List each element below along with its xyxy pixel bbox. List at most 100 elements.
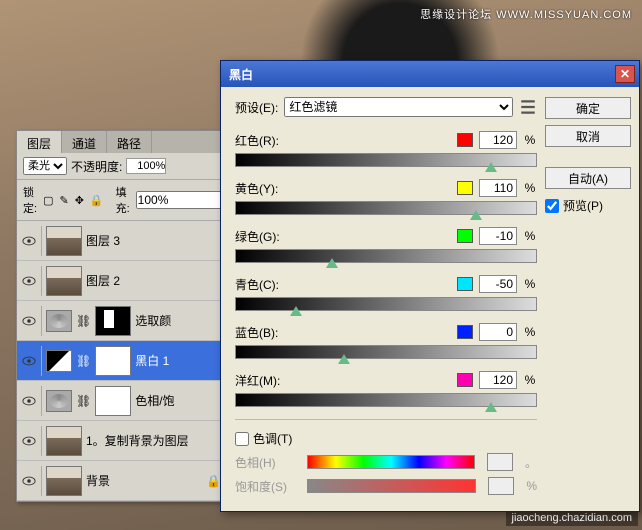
fill-label: 填充: — [116, 184, 130, 216]
layer-name: 1。复制背景为图层 — [86, 432, 221, 449]
link-icon: ⛓ — [76, 354, 91, 368]
percent-label: % — [523, 133, 537, 147]
slider-track[interactable] — [235, 153, 537, 167]
layer-thumb — [46, 266, 82, 296]
slider-handle[interactable] — [485, 402, 497, 412]
link-icon: ⛓ — [76, 394, 91, 408]
sat-unit: % — [526, 479, 537, 493]
close-button[interactable]: ✕ — [615, 65, 635, 83]
adjustment-icon — [46, 350, 72, 372]
blend-opacity-row: 柔光 不透明度: — [17, 153, 225, 180]
slider-track[interactable] — [235, 393, 537, 407]
visibility-eye-icon[interactable] — [21, 473, 37, 489]
color-swatch — [457, 277, 473, 291]
hue-label: 色相(H) — [235, 454, 295, 471]
sat-value-box — [488, 477, 514, 495]
slider-handle[interactable] — [326, 258, 338, 268]
visibility-eye-icon[interactable] — [21, 233, 37, 249]
preset-menu-icon[interactable] — [519, 98, 537, 116]
panel-tabs: 图层 通道 路径 — [17, 131, 225, 153]
hue-swatch — [487, 453, 513, 471]
color-slider-block: 绿色(G):% — [235, 227, 537, 263]
cancel-button[interactable]: 取消 — [545, 125, 631, 147]
slider-label: 蓝色(B): — [235, 324, 295, 341]
layer-row[interactable]: ⛓色相/饱 — [17, 381, 225, 421]
sat-bar — [307, 479, 476, 493]
slider-value-input[interactable] — [479, 179, 517, 197]
layer-row[interactable]: 1。复制背景为图层 — [17, 421, 225, 461]
dialog-titlebar[interactable]: 黑白 ✕ — [221, 61, 639, 87]
lock-icon[interactable]: ▢ — [43, 194, 53, 207]
ok-button[interactable]: 确定 — [545, 97, 631, 119]
slider-value-input[interactable] — [479, 371, 517, 389]
layer-thumb — [46, 426, 82, 456]
slider-label: 青色(C): — [235, 276, 295, 293]
layers-panel: 图层 通道 路径 柔光 不透明度: 锁定: ▢ ✎ ✥ 🔒 填充: 图层 3 图层… — [16, 130, 226, 502]
color-swatch — [457, 229, 473, 243]
slider-handle[interactable] — [290, 306, 302, 316]
slider-track[interactable] — [235, 297, 537, 311]
lock-fill-row: 锁定: ▢ ✎ ✥ 🔒 填充: — [17, 180, 225, 221]
adjustment-icon — [46, 310, 72, 332]
slider-track[interactable] — [235, 345, 537, 359]
layer-row[interactable]: 背景🔒 — [17, 461, 225, 501]
color-slider-block: 黄色(Y):% — [235, 179, 537, 215]
slider-track[interactable] — [235, 249, 537, 263]
slider-label: 红色(R): — [235, 132, 295, 149]
mask-thumb — [95, 386, 131, 416]
blend-mode-select[interactable]: 柔光 — [23, 157, 67, 175]
layer-row[interactable]: 图层 3 — [17, 221, 225, 261]
tab-channels[interactable]: 通道 — [62, 131, 107, 153]
percent-label: % — [523, 373, 537, 387]
lock-icon[interactable]: ✎ — [59, 194, 68, 207]
color-slider-block: 蓝色(B):% — [235, 323, 537, 359]
visibility-eye-icon[interactable] — [21, 273, 37, 289]
preview-checkbox[interactable] — [545, 199, 559, 213]
slider-track[interactable] — [235, 201, 537, 215]
slider-handle[interactable] — [338, 354, 350, 364]
dialog-title: 黑白 — [229, 66, 615, 83]
mask-thumb — [95, 306, 131, 336]
percent-label: % — [523, 325, 537, 339]
hue-bar — [307, 455, 475, 469]
layer-list: 图层 3 图层 2 ⛓选取颜 ⛓ 黑白 1 ⛓色相/饱 1。复制背景为图层背景🔒 — [17, 221, 225, 501]
lock-label: 锁定: — [23, 184, 37, 216]
layer-name: 背景 — [86, 472, 202, 489]
visibility-eye-icon[interactable] — [21, 353, 37, 369]
blackwhite-dialog: 黑白 ✕ 预设(E): 红色滤镜 红色(R):%黄色(Y):%绿色(G):%青色… — [220, 60, 640, 512]
auto-button[interactable]: 自动(A) — [545, 167, 631, 189]
lock-icon[interactable]: 🔒 — [90, 194, 104, 207]
tab-layers[interactable]: 图层 — [17, 131, 62, 153]
layer-row[interactable]: 图层 2 — [17, 261, 225, 301]
layer-row[interactable]: ⛓ 黑白 1 — [17, 341, 225, 381]
percent-label: % — [523, 229, 537, 243]
layer-name: 黑白 1 — [135, 352, 221, 369]
opacity-label: 不透明度: — [71, 158, 122, 175]
slider-label: 绿色(G): — [235, 228, 295, 245]
preview-label: 预览(P) — [563, 197, 603, 214]
color-swatch — [457, 325, 473, 339]
color-swatch — [457, 133, 473, 147]
tab-paths[interactable]: 路径 — [107, 131, 152, 153]
slider-value-input[interactable] — [479, 227, 517, 245]
slider-label: 洋红(M): — [235, 372, 295, 389]
percent-label: % — [523, 277, 537, 291]
hue-unit: 。 — [525, 454, 537, 471]
layer-name: 图层 2 — [86, 272, 221, 289]
slider-value-input[interactable] — [479, 323, 517, 341]
visibility-eye-icon[interactable] — [21, 393, 37, 409]
lock-icon[interactable]: ✥ — [75, 194, 84, 207]
visibility-eye-icon[interactable] — [21, 313, 37, 329]
slider-value-input[interactable] — [479, 131, 517, 149]
watermark-top: 思缘设计论坛 WWW.MISSYUAN.COM — [420, 6, 632, 22]
slider-value-input[interactable] — [479, 275, 517, 293]
slider-handle[interactable] — [470, 210, 482, 220]
sat-label: 饱和度(S) — [235, 478, 295, 495]
watermark-bottom: jiaocheng.chazidian.com — [506, 510, 638, 526]
tint-checkbox[interactable] — [235, 432, 249, 446]
slider-handle[interactable] — [485, 162, 497, 172]
visibility-eye-icon[interactable] — [21, 433, 37, 449]
layer-row[interactable]: ⛓选取颜 — [17, 301, 225, 341]
preset-select[interactable]: 红色滤镜 — [284, 97, 513, 117]
opacity-input[interactable] — [126, 158, 166, 174]
